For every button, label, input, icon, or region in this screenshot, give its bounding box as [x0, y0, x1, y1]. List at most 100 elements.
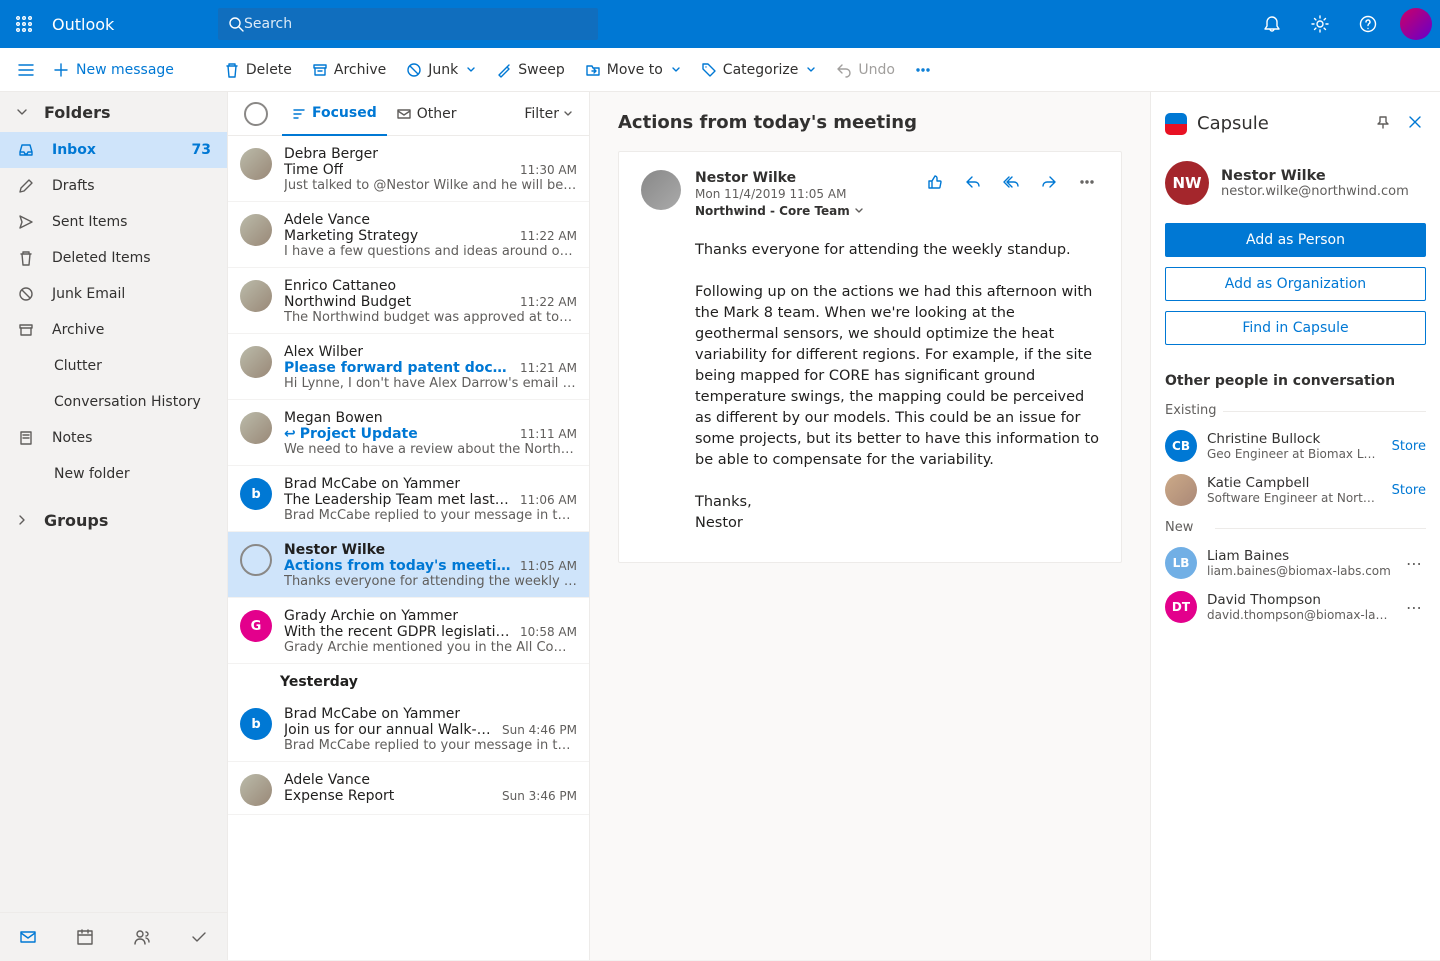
message-item[interactable]: Alex WilberPlease forward patent documen… [228, 334, 589, 400]
sidebar-item-clutter[interactable]: Clutter [0, 348, 227, 384]
sweep-button[interactable]: Sweep [486, 48, 574, 92]
message-preview: Hi Lynne, I don't have Alex Darrow's ema… [284, 376, 577, 391]
undo-button[interactable]: Undo [826, 48, 905, 92]
move-to-button[interactable]: Move to [575, 48, 691, 92]
nav-toggle[interactable] [8, 48, 44, 92]
blocked-icon [18, 286, 34, 302]
new-message-button[interactable]: New message [44, 48, 184, 92]
sender-name: Nestor Wilke [695, 170, 909, 186]
message-sender: Alex Wilber [284, 344, 363, 360]
message-subject: Expense Report [284, 788, 394, 804]
message-time: Sun 3:46 PM [502, 789, 577, 803]
message-avatar [240, 148, 272, 180]
contact-row[interactable]: Katie CampbellSoftware Engineer at North… [1165, 474, 1426, 506]
search-icon [228, 16, 244, 32]
message-time: 11:06 AM [520, 493, 577, 507]
sidebar-item-conversation-history[interactable]: Conversation History [0, 384, 227, 420]
rail-mail-icon[interactable] [8, 913, 48, 961]
message-item[interactable]: Enrico CattaneoNorthwind Budget11:22 AMT… [228, 268, 589, 334]
sidebar-item-archive[interactable]: Archive [0, 312, 227, 348]
sidebar-item-new-folder[interactable]: New folder [0, 456, 227, 492]
store-button[interactable]: Store [1392, 483, 1426, 498]
find-in-capsule-button[interactable]: Find in Capsule [1165, 311, 1426, 345]
reply-all-icon[interactable] [999, 170, 1023, 218]
message-item[interactable]: Nestor WilkeActions from today's meeting… [228, 532, 589, 598]
contact-row[interactable]: LBLiam Bainesliam.baines@biomax-labs.com… [1165, 547, 1426, 579]
sidebar-item-junk[interactable]: Junk Email [0, 276, 227, 312]
focused-icon [292, 106, 306, 120]
sidebar-item-notes[interactable]: Notes [0, 420, 227, 456]
settings-icon[interactable] [1296, 0, 1344, 48]
message-time: 11:30 AM [520, 163, 577, 177]
add-as-person-button[interactable]: Add as Person [1165, 223, 1426, 257]
add-as-organization-button[interactable]: Add as Organization [1165, 267, 1426, 301]
more-icon[interactable] [1075, 170, 1099, 218]
chevron-down-icon [563, 109, 573, 119]
message-item[interactable]: bBrad McCabe on YammerJoin us for our an… [228, 696, 589, 762]
delete-button[interactable]: Delete [214, 48, 302, 92]
message-item[interactable]: Debra BergerTime Off11:30 AMJust talked … [228, 136, 589, 202]
tab-other[interactable]: Other [387, 92, 467, 136]
categorize-button[interactable]: Categorize [691, 48, 827, 92]
contact-subtitle: Software Engineer at Northwind [1207, 491, 1382, 505]
message-item[interactable]: GGrady Archie on YammerWith the recent G… [228, 598, 589, 664]
filter-button[interactable]: Filter [524, 106, 573, 122]
search-input[interactable] [244, 16, 588, 32]
message-recipients[interactable]: Northwind - Core Team [695, 204, 909, 218]
message-time: 10:58 AM [520, 625, 577, 639]
chevron-down-icon [16, 106, 28, 118]
message-avatar: G [240, 610, 272, 642]
message-sender: Megan Bowen [284, 410, 383, 426]
message-time: 11:21 AM [520, 361, 577, 375]
reply-icon[interactable] [961, 170, 985, 218]
contact-subtitle: Geo Engineer at Biomax Labs [1207, 447, 1382, 461]
sidebar-item-inbox[interactable]: Inbox 73 [0, 132, 227, 168]
message-item[interactable]: Adele VanceMarketing Strategy11:22 AMI h… [228, 202, 589, 268]
close-icon[interactable] [1404, 110, 1426, 137]
select-all-toggle[interactable] [244, 102, 268, 126]
contact-row[interactable]: DTDavid Thompsondavid.thompson@biomax-la… [1165, 591, 1426, 623]
chevron-down-icon [806, 65, 816, 75]
message-item[interactable]: Adele VanceExpense ReportSun 3:46 PM [228, 762, 589, 815]
note-icon [18, 430, 34, 446]
message-time: Sun 4:46 PM [502, 723, 577, 737]
contact-more-icon[interactable]: ⋯ [1402, 550, 1426, 577]
app-launcher[interactable] [0, 0, 48, 48]
folders-header[interactable]: Folders [0, 92, 227, 132]
help-icon[interactable] [1344, 0, 1392, 48]
forward-icon[interactable] [1037, 170, 1061, 218]
message-avatar: b [240, 478, 272, 510]
inbox-icon [18, 142, 34, 158]
sender-avatar[interactable] [641, 170, 681, 210]
capsule-logo-icon [1165, 113, 1187, 135]
message-item[interactable]: bBrad McCabe on YammerThe Leadership Tea… [228, 466, 589, 532]
contact-avatar: CB [1165, 430, 1197, 462]
sidebar-item-drafts[interactable]: Drafts [0, 168, 227, 204]
archive-button[interactable]: Archive [302, 48, 396, 92]
rail-todo-icon[interactable] [179, 913, 219, 961]
message-avatar [240, 412, 272, 444]
contact-row[interactable]: CBChristine BullockGeo Engineer at Bioma… [1165, 430, 1426, 462]
search-box[interactable] [218, 8, 598, 40]
rail-calendar-icon[interactable] [65, 913, 105, 961]
message-subject: The Leadership Team met last wee… [284, 492, 512, 508]
sidebar-item-deleted[interactable]: Deleted Items [0, 240, 227, 276]
like-icon[interactable] [923, 170, 947, 218]
account-avatar[interactable] [1392, 0, 1440, 48]
junk-button[interactable]: Junk [396, 48, 486, 92]
rail-people-icon[interactable] [122, 913, 162, 961]
store-button[interactable]: Store [1392, 439, 1426, 454]
pin-icon[interactable] [1372, 110, 1394, 137]
notifications-icon[interactable] [1248, 0, 1296, 48]
contact-more-icon[interactable]: ⋯ [1402, 594, 1426, 621]
reply-indicator-icon: ↩ [284, 426, 296, 442]
message-subject: ↩Project Update [284, 426, 418, 442]
more-actions-icon[interactable] [905, 48, 941, 92]
message-item[interactable]: Megan Bowen↩Project Update11:11 AMWe nee… [228, 400, 589, 466]
groups-header[interactable]: Groups [0, 500, 227, 540]
tab-focused[interactable]: Focused [282, 92, 387, 136]
message-time: 11:05 AM [520, 559, 577, 573]
sidebar-item-sent[interactable]: Sent Items [0, 204, 227, 240]
message-subject: Marketing Strategy [284, 228, 418, 244]
chevron-down-icon [854, 206, 864, 216]
